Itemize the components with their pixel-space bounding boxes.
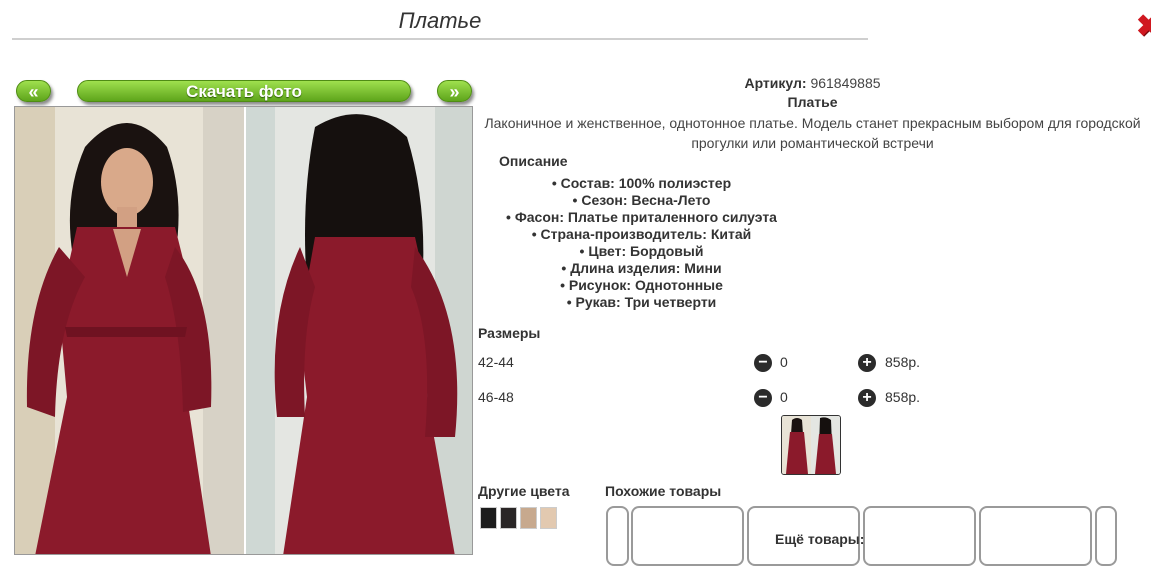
product-photo bbox=[14, 106, 473, 555]
color-swatch[interactable] bbox=[500, 507, 517, 529]
product-name: Платье bbox=[787, 94, 838, 110]
size-row: 46-48 − 0 + 858р. bbox=[478, 389, 1118, 409]
property-item: Рисунок: Однотонные bbox=[474, 277, 809, 294]
property-item: Фасон: Платье приталенного силуэта bbox=[474, 209, 809, 226]
similar-product-card[interactable] bbox=[606, 506, 629, 566]
size-qty: 0 bbox=[780, 354, 788, 370]
sku-label: Артикул: bbox=[744, 75, 807, 91]
size-label: 46-48 bbox=[478, 389, 514, 405]
front-face bbox=[101, 148, 153, 216]
property-list: Состав: 100% полиэстер Сезон: Весна-Лето… bbox=[474, 175, 809, 311]
sku-value: 961849885 bbox=[810, 75, 881, 91]
thumbnail-image bbox=[782, 416, 840, 474]
other-colors-heading: Другие цвета bbox=[478, 483, 570, 499]
close-icon[interactable]: ✖ bbox=[1134, 12, 1151, 42]
increase-qty-icon[interactable]: + bbox=[858, 389, 876, 407]
similar-product-card[interactable] bbox=[1095, 506, 1117, 566]
size-qty: 0 bbox=[780, 389, 788, 405]
property-item: Длина изделия: Мини bbox=[474, 260, 809, 277]
close-icon-glyph: ✖ bbox=[1136, 12, 1151, 42]
size-price: 858р. bbox=[885, 389, 921, 405]
product-description: Лаконичное и женственное, однотонное пла… bbox=[484, 115, 1141, 151]
property-item: Рукав: Три четверти bbox=[474, 294, 809, 311]
property-item: Страна-производитель: Китай bbox=[474, 226, 809, 243]
more-products-heading: Ещё товары: bbox=[775, 531, 865, 547]
size-row: 42-44 − 0 + 858р. bbox=[478, 354, 1118, 374]
decrease-qty-icon[interactable]: − bbox=[754, 389, 772, 407]
product-info: Артикул: 961849885 Платье Лаконичное и ж… bbox=[474, 73, 1151, 153]
prev-photo-button[interactable]: « bbox=[16, 80, 51, 102]
size-label: 42-44 bbox=[478, 354, 514, 370]
decrease-qty-icon[interactable]: − bbox=[754, 354, 772, 372]
color-swatch[interactable] bbox=[480, 507, 497, 529]
increase-qty-icon[interactable]: + bbox=[858, 354, 876, 372]
product-photo-image bbox=[15, 107, 472, 554]
download-photo-button[interactable]: Скачать фото bbox=[77, 80, 411, 102]
next-photo-button[interactable]: » bbox=[437, 80, 472, 102]
page-title: Платье bbox=[12, 8, 868, 40]
other-colors-swatches bbox=[480, 507, 560, 529]
property-item: Сезон: Весна-Лето bbox=[474, 192, 809, 209]
sku-line: Артикул: 961849885 bbox=[474, 75, 1151, 91]
similar-product-card[interactable] bbox=[631, 506, 744, 566]
similar-product-card[interactable] bbox=[979, 506, 1092, 566]
color-swatch[interactable] bbox=[540, 507, 557, 529]
similar-product-card[interactable] bbox=[863, 506, 976, 566]
property-item: Состав: 100% полиэстер bbox=[474, 175, 809, 192]
sizes-heading: Размеры bbox=[478, 325, 541, 341]
description-heading: Описание bbox=[499, 153, 568, 169]
size-price: 858р. bbox=[885, 354, 921, 370]
similar-products-heading: Похожие товары bbox=[605, 483, 722, 499]
property-item: Цвет: Бордовый bbox=[474, 243, 809, 260]
color-swatch[interactable] bbox=[520, 507, 537, 529]
photo-thumbnail[interactable] bbox=[781, 415, 841, 475]
